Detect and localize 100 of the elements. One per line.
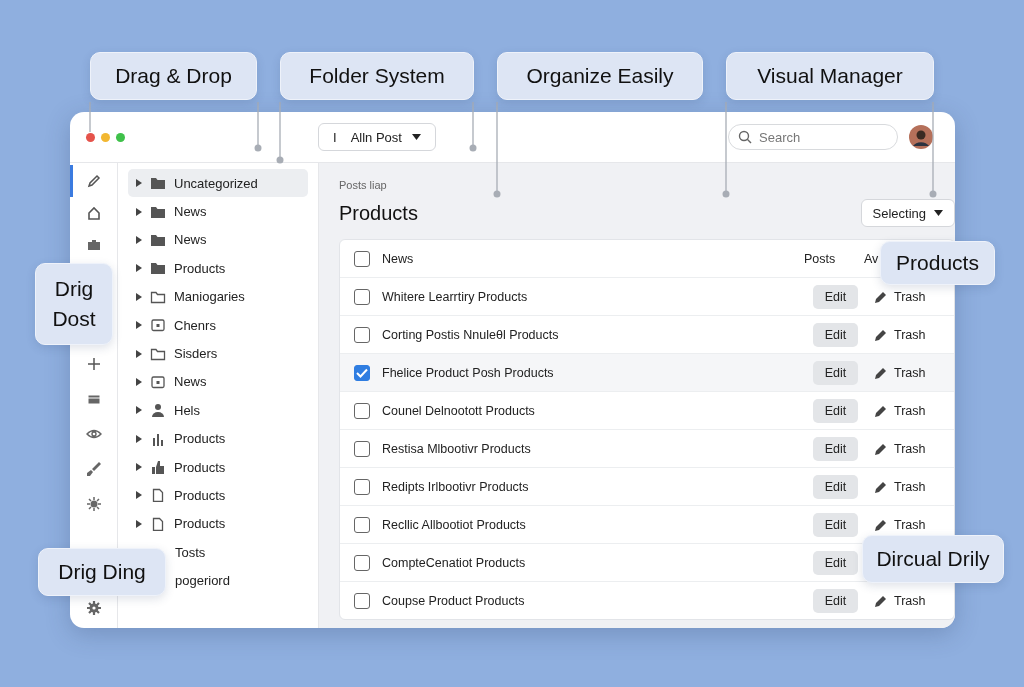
folder-item[interactable]: Maniogaries: [128, 282, 308, 311]
table-cell-text: Counel Delnootott Products: [382, 403, 536, 418]
checkbox[interactable]: [354, 478, 370, 495]
expand-arrow-icon[interactable]: [136, 179, 142, 188]
filter-dropdown[interactable]: I Alln Post: [318, 123, 436, 151]
folder-item[interactable]: News: [128, 225, 308, 255]
edit-button[interactable]: Edit: [813, 550, 858, 575]
pencil-icon: [874, 365, 888, 380]
trash-link[interactable]: Trash: [874, 289, 940, 304]
expand-arrow-icon[interactable]: [136, 434, 142, 443]
folder-item[interactable]: News: [128, 197, 308, 226]
person-icon: [150, 403, 166, 418]
pencil-icon: [874, 517, 888, 532]
expand-arrow-icon[interactable]: [136, 349, 142, 358]
plus-icon: [85, 355, 102, 372]
expand-arrow-icon[interactable]: [136, 321, 142, 330]
folder-item[interactable]: Products: [128, 254, 308, 283]
edit-button[interactable]: Edit: [813, 360, 858, 385]
pencil-icon: [874, 403, 888, 418]
callout-label: Visual Manager: [726, 52, 934, 100]
checkbox[interactable]: [354, 250, 370, 267]
search-icon: [738, 130, 752, 144]
leader-line: [276, 101, 284, 164]
folder-item[interactable]: Tosts: [175, 538, 206, 567]
table-cell-text: Corting Postis Nnuleθl Products: [382, 327, 560, 342]
folder-item[interactable]: Uncategorized: [128, 169, 308, 198]
edit-button[interactable]: Edit: [813, 474, 858, 499]
sort-dropdown[interactable]: Selecting: [860, 199, 955, 227]
leader-line: [469, 101, 477, 152]
checkbox[interactable]: [354, 440, 370, 457]
expand-arrow-icon[interactable]: [136, 519, 142, 528]
edit-button[interactable]: Edit: [813, 284, 858, 309]
checkbox[interactable]: [354, 516, 370, 533]
callout-label: Drig Ding: [38, 548, 166, 596]
folder-item[interactable]: Products: [128, 452, 308, 482]
close-button[interactable]: [86, 132, 95, 142]
edit-button[interactable]: Edit: [813, 588, 858, 613]
folder-item[interactable]: Hels: [128, 396, 308, 425]
column-header: Posts: [804, 251, 837, 266]
trash-link[interactable]: Trash: [874, 479, 940, 494]
briefcase-icon: [85, 237, 102, 253]
folder-item[interactable]: Sisders: [128, 339, 308, 368]
caret-icon: [934, 210, 943, 216]
folder-item[interactable]: Products: [128, 424, 308, 453]
edit-button[interactable]: Edit: [813, 322, 858, 347]
edit-button[interactable]: Edit: [813, 512, 858, 537]
trash-link[interactable]: Trash: [874, 441, 940, 456]
brush-icon: [85, 460, 102, 477]
folder-item[interactable]: Products: [128, 509, 308, 539]
expand-arrow-icon[interactable]: [136, 491, 142, 500]
search-field[interactable]: Search: [728, 124, 898, 150]
expand-arrow-icon[interactable]: [136, 463, 142, 472]
trash-link[interactable]: Trash: [874, 403, 940, 418]
pencil-icon: [874, 327, 888, 342]
edit-button[interactable]: Edit: [813, 436, 858, 461]
expand-arrow-icon[interactable]: [136, 377, 142, 386]
expand-arrow-icon[interactable]: [136, 406, 142, 415]
checkbox[interactable]: [354, 364, 370, 381]
trash-link[interactable]: Trash: [874, 593, 940, 608]
folder-item[interactable]: pogeriord: [175, 566, 230, 595]
checkbox[interactable]: [354, 326, 370, 343]
file-icon: [150, 516, 166, 531]
edit-button[interactable]: Edit: [813, 398, 858, 423]
table-cell-text: Redipts Irlbootivr Products: [382, 479, 530, 494]
callout-label: Drig Dost: [35, 263, 113, 345]
page-title: Products: [339, 201, 418, 225]
checkbox[interactable]: [354, 402, 370, 419]
thumbs-up-icon: [150, 460, 166, 475]
expand-arrow-icon[interactable]: [136, 235, 142, 244]
trash-link[interactable]: Trash: [874, 365, 940, 380]
avatar[interactable]: [909, 125, 933, 149]
folder-item[interactable]: News: [128, 367, 308, 397]
pencil-icon: [874, 479, 888, 494]
folder-item[interactable]: Products: [128, 481, 308, 510]
column-header: News: [382, 251, 415, 266]
callout-label: Organize Easily: [497, 52, 703, 100]
checkbox[interactable]: [354, 554, 370, 571]
settings-icon[interactable]: [85, 600, 102, 616]
callout-label: Drag & Drop: [90, 52, 257, 100]
folder-item[interactable]: Chenrs: [128, 310, 308, 340]
home-icon: [85, 205, 102, 221]
callout-label: Products: [880, 241, 995, 285]
expand-arrow-icon[interactable]: [136, 292, 142, 301]
expand-arrow-icon[interactable]: [136, 207, 142, 216]
table-cell-text: Recllic Allbootiot Products: [382, 517, 527, 532]
pencil-icon: [874, 289, 888, 304]
trash-link[interactable]: Trash: [874, 327, 940, 342]
callout-label: Folder System: [280, 52, 474, 100]
pencil-icon: [874, 593, 888, 608]
caret-icon: [411, 134, 421, 140]
trash-link[interactable]: Trash: [874, 517, 940, 532]
checkbox[interactable]: [354, 288, 370, 305]
expand-arrow-icon[interactable]: [136, 264, 142, 273]
pencil-icon: [874, 441, 888, 456]
sun-icon: [85, 495, 102, 512]
checkbox[interactable]: [354, 592, 370, 609]
table-cell-text: CompteCenatiot Products: [382, 555, 527, 570]
table-cell-text: Restisa Mlbootivr Products: [382, 441, 532, 456]
bar-chart-icon: [150, 431, 166, 446]
breadcrumb: Posts liap: [339, 179, 388, 191]
